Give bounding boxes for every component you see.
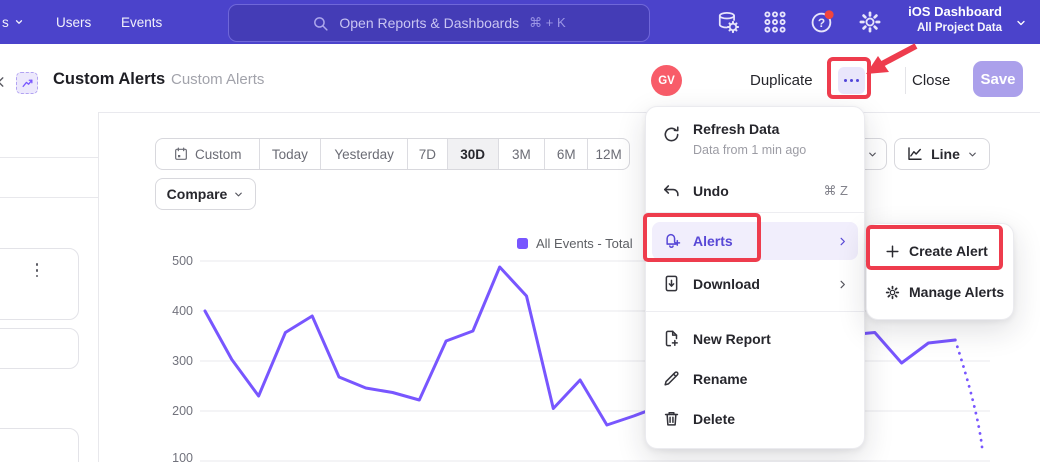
alert-bell-plus-icon	[662, 231, 681, 250]
nav-partial-label: s	[2, 15, 9, 30]
chart-dotted-tail	[955, 340, 982, 447]
menu-item-refresh-data[interactable]: Refresh Data Data from 1 min ago	[646, 117, 864, 167]
submenu-chevron-right-icon	[837, 279, 848, 290]
global-search-input[interactable]: Open Reports & Dashboards ⌘ + K	[228, 4, 650, 42]
back-chevron-partial[interactable]	[0, 74, 8, 90]
submenu-item-create-alert[interactable]: Create Alert	[867, 232, 1013, 270]
duplicate-button[interactable]: Duplicate	[748, 68, 815, 93]
menu-item-download[interactable]: Download	[646, 265, 864, 303]
refresh-data-sublabel: Data from 1 min ago	[693, 143, 806, 157]
trash-icon	[662, 409, 681, 428]
chevron-down-icon	[867, 149, 878, 160]
report-header: Custom Alerts Custom Alerts GV Duplicate…	[0, 44, 1040, 113]
project-chevron-down-icon	[1014, 17, 1028, 29]
more-options-button[interactable]	[838, 67, 865, 94]
refresh-icon	[662, 125, 681, 144]
nav-item-events[interactable]: Events	[121, 0, 162, 44]
app-window: s Users Events Open Reports & Dashboards…	[0, 0, 1040, 462]
data-management-icon[interactable]	[715, 9, 741, 35]
save-button[interactable]: Save	[973, 61, 1023, 97]
submenu-item-manage-alerts[interactable]: Manage Alerts	[867, 273, 1013, 311]
svg-text:?: ?	[818, 16, 825, 30]
undo-shortcut: ⌘ Z	[823, 183, 848, 199]
apps-grid-icon[interactable]	[762, 9, 788, 35]
chevron-down-icon	[14, 17, 24, 27]
project-subtitle: All Project Data	[908, 21, 1002, 36]
project-title: iOS Dashboard	[908, 3, 1002, 21]
top-nav-bar: s Users Events Open Reports & Dashboards…	[0, 0, 1040, 44]
breadcrumb: Custom Alerts	[171, 71, 264, 88]
nav-item-partial[interactable]: s	[2, 0, 24, 44]
new-report-icon	[662, 329, 681, 348]
page-title: Custom Alerts	[53, 70, 165, 89]
search-placeholder: Open Reports & Dashboards	[339, 15, 519, 31]
search-shortcut: ⌘ + K	[529, 15, 566, 31]
download-document-icon	[662, 274, 681, 293]
menu-item-undo[interactable]: Undo ⌘ Z	[646, 173, 864, 209]
avatar[interactable]: GV	[651, 65, 682, 96]
pencil-icon	[662, 369, 681, 388]
menu-item-new-report[interactable]: New Report	[646, 321, 864, 357]
gear-icon	[884, 284, 901, 301]
menu-item-delete[interactable]: Delete	[646, 401, 864, 437]
nav-item-users[interactable]: Users	[56, 0, 91, 44]
menu-item-alerts[interactable]: Alerts	[646, 222, 864, 260]
settings-gear-icon[interactable]	[857, 9, 883, 35]
help-icon[interactable]: ?	[809, 9, 835, 35]
close-button[interactable]: Close	[910, 68, 952, 93]
alerts-submenu: Create Alert Manage Alerts	[866, 223, 1014, 320]
undo-icon	[662, 182, 681, 201]
more-options-menu: Refresh Data Data from 1 min ago Undo ⌘ …	[645, 106, 865, 449]
submenu-chevron-right-icon	[837, 236, 848, 247]
menu-item-rename[interactable]: Rename	[646, 361, 864, 397]
project-selector[interactable]: iOS Dashboard All Project Data	[908, 3, 1002, 41]
notification-badge	[825, 10, 834, 19]
header-divider	[905, 67, 906, 94]
report-type-icon	[16, 72, 38, 94]
plus-icon	[884, 243, 901, 260]
search-icon	[312, 15, 329, 32]
